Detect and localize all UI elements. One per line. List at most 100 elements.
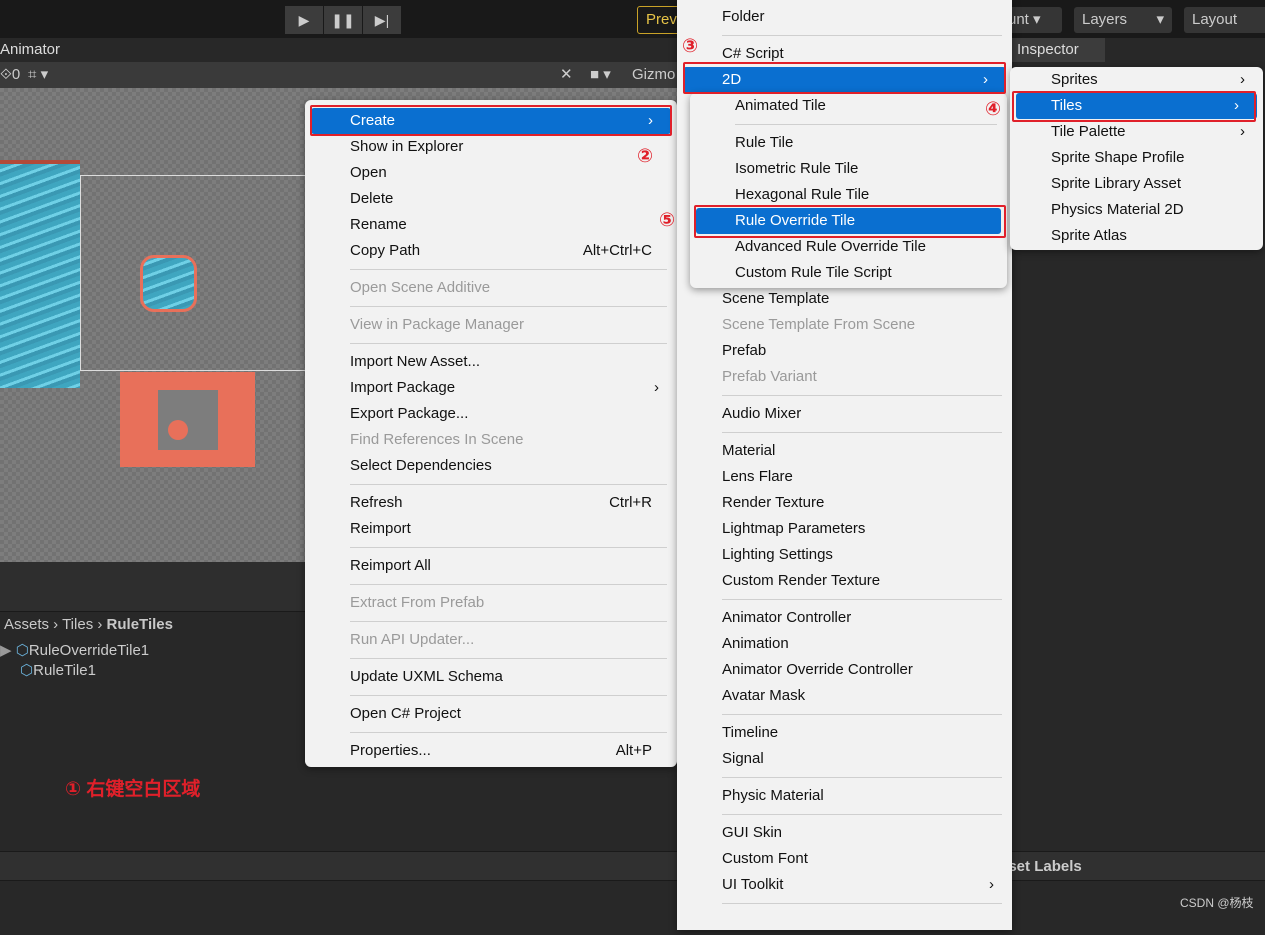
menu-item-sprites[interactable]: Sprites › [1010,67,1263,93]
tools-icon[interactable]: ✕ [560,62,573,88]
menu-item-delete[interactable]: Delete [305,186,677,212]
shortcut-label: Alt+P [615,742,652,759]
menu-item-label: Refresh [350,494,403,511]
menu-item-import-new-asset-[interactable]: Import New Asset... [305,349,677,375]
menu-item-physic-material[interactable]: Physic Material [677,783,1012,809]
menu-item-rule-tile[interactable]: Rule Tile [690,130,1007,156]
menu-item-sprite-atlas[interactable]: Sprite Atlas [1010,223,1263,249]
menu-item-refresh[interactable]: Refresh Ctrl+R [305,490,677,516]
menu-separator [677,898,1012,909]
menu-separator [305,653,677,664]
menu-item-ui-toolkit[interactable]: UI Toolkit › [677,872,1012,898]
menu-item-label: Animator Controller [722,609,852,626]
menu-item-item[interactable] [677,909,1012,935]
menu-item-label: Prefab Variant [722,368,817,385]
menu-separator [677,30,1012,41]
menu-item-label: Delete [350,190,394,207]
menu-item-export-package-[interactable]: Export Package... [305,401,677,427]
menu-separator [677,427,1012,438]
rule-tile-icon: ⬡ [15,642,29,659]
tab-inspector[interactable]: Inspector [1010,38,1105,62]
breadcrumb-assets[interactable]: Assets [4,616,49,633]
menu-item-label: Animated Tile [735,97,826,114]
menu-item-label: View in Package Manager [350,316,524,333]
menu-item-label: Properties... [350,742,431,759]
menu-item-timeline[interactable]: Timeline [677,720,1012,746]
menu-item-animation[interactable]: Animation [677,631,1012,657]
menu-separator [305,727,677,738]
menu-separator [677,594,1012,605]
breadcrumb-tiles[interactable]: Tiles [62,616,93,633]
menu-item-label: Tile Palette [1051,123,1126,140]
list-item[interactable]: ▶ ⬡RuleOverrideTile1 [0,641,149,661]
menu-item-animated-tile[interactable]: Animated Tile [690,93,1007,119]
menu-item-label: Isometric Rule Tile [735,160,859,177]
menu-item-reimport[interactable]: Reimport [305,516,677,542]
chevron-right-icon: › [989,876,994,893]
menu-item-sprite-library-asset[interactable]: Sprite Library Asset [1010,171,1263,197]
menu-item-render-texture[interactable]: Render Texture [677,490,1012,516]
menu-item-label: Sprite Atlas [1051,227,1127,244]
menu-item-sprite-shape-profile[interactable]: Sprite Shape Profile [1010,145,1263,171]
menu-item-material[interactable]: Material [677,438,1012,464]
menu-separator [677,809,1012,820]
menu-item-lens-flare[interactable]: Lens Flare [677,464,1012,490]
menu-item-copy-path[interactable]: Copy Path Alt+Ctrl+C [305,238,677,264]
menu-item-label: Advanced Rule Override Tile [735,238,926,255]
camera-icon[interactable]: ■ ▾ [590,62,611,88]
menu-item-scene-template[interactable]: Scene Template [677,286,1012,312]
list-item[interactable]: ⬡RuleTile1 [0,661,149,681]
menu-item-signal[interactable]: Signal [677,746,1012,772]
menu-item-isometric-rule-tile[interactable]: Isometric Rule Tile [690,156,1007,182]
menu-item-physics-material-2d[interactable]: Physics Material 2D [1010,197,1263,223]
layout-dropdown[interactable]: Layout [1184,7,1265,33]
menu-item-animator-override-controller[interactable]: Animator Override Controller [677,657,1012,683]
menu-item-select-dependencies[interactable]: Select Dependencies [305,453,677,479]
highlight-box-2d [683,62,1006,94]
tab-animator[interactable]: Animator [0,38,60,62]
menu-item-folder[interactable]: Folder [677,4,1012,30]
menu-item-run-api-updater-: Run API Updater... [305,627,677,653]
menu-item-rename[interactable]: Rename [305,212,677,238]
menu-item-custom-rule-tile-script[interactable]: Custom Rule Tile Script [690,260,1007,286]
menu-item-lighting-settings[interactable]: Lighting Settings [677,542,1012,568]
menu-item-properties-[interactable]: Properties... Alt+P [305,738,677,764]
menu-item-animator-controller[interactable]: Animator Controller [677,605,1012,631]
menu-item-label: Physic Material [722,787,824,804]
grid-snap-icon[interactable]: ⌗ ▾ [28,62,48,88]
menu-item-custom-font[interactable]: Custom Font [677,846,1012,872]
menu-item-label: Rename [350,216,407,233]
menu-item-open[interactable]: Open [305,160,677,186]
menu-item-label: Find References In Scene [350,431,524,448]
chevron-right-icon: › [654,379,659,396]
play-button[interactable]: ▶ [285,6,323,34]
rule-tile-icon: ⬡ [20,662,34,679]
menu-item-prefab[interactable]: Prefab [677,338,1012,364]
gizmos-button[interactable]: Gizmo [632,62,675,88]
menu-item-label: Lightmap Parameters [722,520,866,537]
menu-item-tile-palette[interactable]: Tile Palette › [1010,119,1263,145]
step-button[interactable]: ▶| [363,6,401,34]
menu-item-import-package[interactable]: Import Package › [305,375,677,401]
menu-item-audio-mixer[interactable]: Audio Mixer [677,401,1012,427]
menu-item-update-uxml-schema[interactable]: Update UXML Schema [305,664,677,690]
chevron-right-icon: › [1240,123,1245,140]
breadcrumb-ruletiles[interactable]: RuleTiles [107,616,173,633]
menu-item-gui-skin[interactable]: GUI Skin [677,820,1012,846]
menu-item-lightmap-parameters[interactable]: Lightmap Parameters [677,516,1012,542]
menu-item-avatar-mask[interactable]: Avatar Mask [677,683,1012,709]
layers-dropdown[interactable]: Layers ▾ [1074,7,1172,33]
asset-labels-header: sset Labels [1000,858,1082,875]
menu-item-label: Sprite Library Asset [1051,175,1182,192]
menu-item-custom-render-texture[interactable]: Custom Render Texture [677,568,1012,594]
menu-item-open-scene-additive: Open Scene Additive [305,275,677,301]
menu-item-label: Reimport [350,520,411,537]
menu-item-label: Extract From Prefab [350,594,485,611]
shortcut-label: Ctrl+R [609,494,652,511]
menu-item-open-c-project[interactable]: Open C# Project [305,701,677,727]
menu-item-label: Update UXML Schema [350,668,503,685]
menu-item-show-in-explorer[interactable]: Show in Explorer [305,134,677,160]
menu-item-reimport-all[interactable]: Reimport All [305,553,677,579]
pause-button[interactable]: ❚❚ [324,6,362,34]
water-pool [140,255,197,312]
